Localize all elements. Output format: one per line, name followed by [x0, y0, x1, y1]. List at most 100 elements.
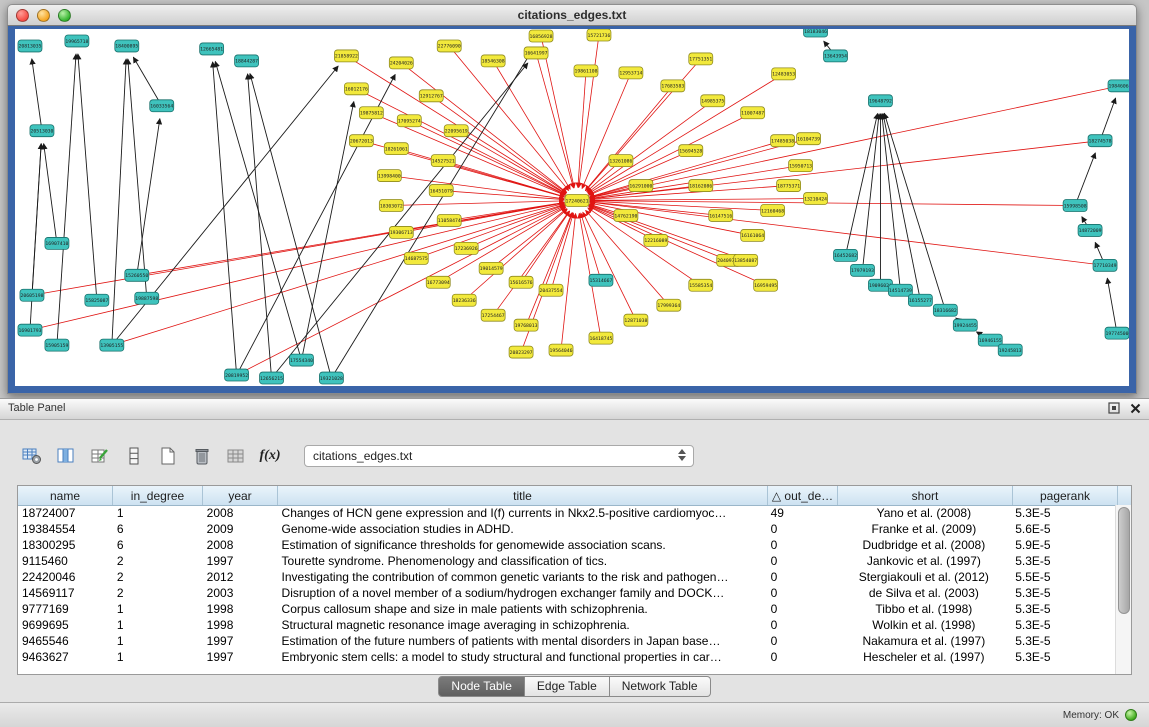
graph-node[interactable]: 16641997: [524, 47, 548, 59]
graph-node[interactable]: 19861108: [574, 65, 598, 77]
column-header-name[interactable]: name: [18, 486, 113, 505]
table-cell[interactable]: Genome-wide association studies in ADHD.: [278, 522, 767, 536]
graph-node[interactable]: 12656215: [260, 372, 284, 384]
table-cell[interactable]: Disruption of a novel member of a sodium…: [278, 586, 767, 600]
table-cell[interactable]: 18724007: [18, 506, 113, 520]
table-cell[interactable]: 2009: [203, 522, 278, 536]
table-selector[interactable]: citations_edges.txt: [304, 445, 694, 467]
table-cell[interactable]: 2: [113, 570, 203, 584]
tab-network-table[interactable]: Network Table: [610, 676, 711, 697]
column-header-out_degree[interactable]: △ out_de…: [768, 486, 838, 505]
tab-node-table[interactable]: Node Table: [438, 676, 525, 697]
table-cell[interactable]: 9699695: [18, 618, 113, 632]
graph-node[interactable]: 17254467: [481, 309, 505, 321]
graph-node[interactable]: 11007487: [741, 107, 765, 119]
graph-node[interactable]: 17751351: [689, 53, 713, 65]
graph-node[interactable]: 12665481: [200, 43, 224, 55]
graph-node[interactable]: 22776090: [437, 40, 461, 52]
graph-node[interactable]: 20605198: [20, 289, 44, 301]
delete-column-button[interactable]: [188, 443, 216, 469]
table-cell[interactable]: 9463627: [18, 650, 113, 664]
table-cell[interactable]: 1997: [203, 554, 278, 568]
table-cell[interactable]: 14569117: [18, 586, 113, 600]
table-cell[interactable]: 0: [767, 554, 837, 568]
network-canvas[interactable]: 1724062121858922242040262277609018546308…: [15, 29, 1129, 386]
table-cell[interactable]: 1998: [203, 602, 278, 616]
edit-columns-button[interactable]: [86, 443, 114, 469]
graph-node[interactable]: 19245813: [998, 344, 1022, 356]
float-panel-icon[interactable]: [1108, 402, 1120, 414]
table-cell[interactable]: 2012: [203, 570, 278, 584]
graph-node[interactable]: 13998400: [377, 170, 401, 182]
graph-node[interactable]: 16946155: [978, 334, 1002, 346]
table-cell[interactable]: Changes of HCN gene expression and I(f) …: [278, 506, 767, 520]
table-cell[interactable]: 0: [767, 538, 837, 552]
graph-node[interactable]: 16155277: [908, 294, 932, 306]
table-row[interactable]: 1872400712008Changes of HCN gene express…: [18, 505, 1116, 521]
table-cell[interactable]: 2008: [203, 538, 278, 552]
graph-node[interactable]: 16959495: [754, 279, 778, 291]
table-cell[interactable]: 1998: [203, 618, 278, 632]
graph-node[interactable]: 15825087: [85, 294, 109, 306]
table-cell[interactable]: Embryonic stem cells: a model to study s…: [278, 650, 767, 664]
graph-node[interactable]: 12216089: [644, 234, 668, 246]
table-cell[interactable]: Corpus callosum shape and size in male p…: [278, 602, 767, 616]
table-cell[interactable]: 2: [113, 554, 203, 568]
graph-node[interactable]: 16104739: [797, 133, 821, 145]
graph-node[interactable]: 14527521: [431, 155, 455, 167]
graph-node[interactable]: 16451079: [429, 185, 453, 197]
graph-node[interactable]: 16012176: [344, 83, 368, 95]
graph-node[interactable]: 15950713: [789, 160, 813, 172]
table-row[interactable]: 1938455462009Genome-wide association stu…: [18, 521, 1116, 537]
create-column-button[interactable]: [154, 443, 182, 469]
table-cell[interactable]: 49: [767, 506, 837, 520]
graph-node[interactable]: 18303072: [379, 200, 403, 212]
graph-node[interactable]: 20813035: [18, 40, 42, 52]
column-header-in_degree[interactable]: in_degree: [113, 486, 203, 505]
graph-node[interactable]: 16452682: [834, 249, 858, 261]
graph-node[interactable]: 16291000: [629, 180, 653, 192]
table-cell[interactable]: 9465546: [18, 634, 113, 648]
graph-node[interactable]: 18261061: [384, 143, 408, 155]
graph-node[interactable]: 17979193: [851, 264, 875, 276]
table-cell[interactable]: 1: [113, 634, 203, 648]
graph-node[interactable]: 18844287: [235, 55, 259, 67]
close-panel-icon[interactable]: [1130, 403, 1141, 414]
graph-node[interactable]: 15260550: [125, 269, 149, 281]
graph-node[interactable]: 15585354: [689, 279, 713, 291]
table-cell[interactable]: 2008: [203, 506, 278, 520]
table-cell[interactable]: 1: [113, 618, 203, 632]
table-cell[interactable]: 9777169: [18, 602, 113, 616]
graph-node[interactable]: 20672013: [349, 135, 373, 147]
graph-node[interactable]: 18162086: [689, 180, 713, 192]
graph-node[interactable]: 17240621: [565, 195, 589, 207]
graph-node[interactable]: 16773094: [426, 276, 450, 288]
graph-node[interactable]: 18316682: [933, 304, 957, 316]
graph-node[interactable]: 15721736: [587, 29, 611, 41]
table-cell[interactable]: 19384554: [18, 522, 113, 536]
graph-node[interactable]: 19306713: [389, 226, 413, 238]
close-window-button[interactable]: [16, 9, 29, 22]
graph-node[interactable]: 15694528: [679, 145, 703, 157]
tab-edge-table[interactable]: Edge Table: [525, 676, 610, 697]
graph-node[interactable]: 19321028: [319, 372, 343, 384]
graph-node[interactable]: 14985375: [701, 95, 725, 107]
table-cell[interactable]: Stergiakouli et al. (2012): [837, 570, 1012, 584]
table-row[interactable]: 946554611997Estimation of the future num…: [18, 633, 1116, 649]
network-window-titlebar[interactable]: citations_edges.txt: [7, 4, 1137, 26]
zoom-window-button[interactable]: [58, 9, 71, 22]
graph-node[interactable]: 16033564: [150, 100, 174, 112]
table-cell[interactable]: 5.3E-5: [1011, 650, 1116, 664]
table-cell[interactable]: 2: [113, 586, 203, 600]
graph-node[interactable]: 16901793: [18, 324, 42, 336]
table-cell[interactable]: Dudbridge et al. (2008): [837, 538, 1012, 552]
table-cell[interactable]: Tourette syndrome. Phenomenology and cla…: [278, 554, 767, 568]
graph-node[interactable]: 18274578: [1088, 135, 1112, 147]
graph-node[interactable]: 19875812: [359, 107, 383, 119]
row-selection-button[interactable]: [120, 443, 148, 469]
table-cell[interactable]: Estimation of significance thresholds fo…: [278, 538, 767, 552]
table-cell[interactable]: 0: [767, 618, 837, 632]
graph-node[interactable]: 20823297: [509, 346, 533, 358]
table-cell[interactable]: 0: [767, 522, 837, 536]
table-cell[interactable]: 6: [113, 538, 203, 552]
